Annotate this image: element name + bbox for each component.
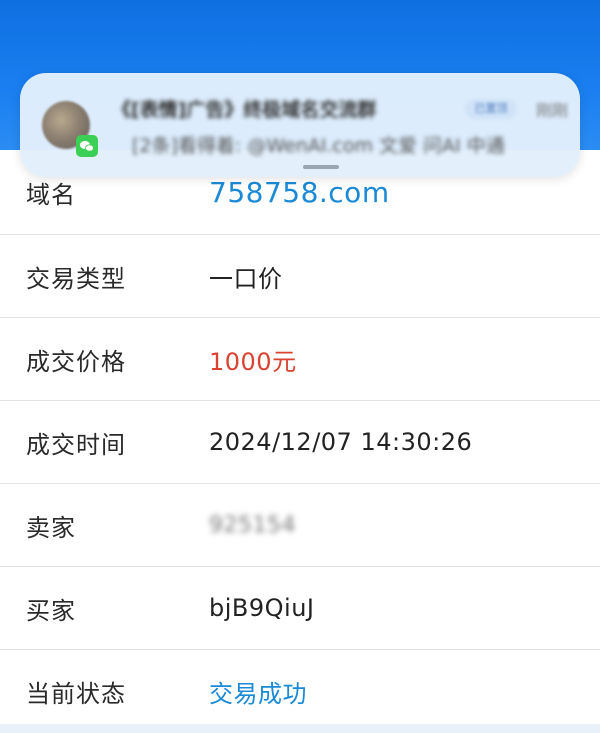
- price-label: 成交价格: [26, 347, 126, 376]
- domain-link[interactable]: 758758.com: [209, 176, 390, 209]
- notification-body: [2条]看得着: @WenAI.com 文爱 问AI 中通: [132, 135, 505, 157]
- buyer-value: bjB9QiuJ: [209, 594, 315, 622]
- row-price: 成交价格 1000元: [0, 318, 600, 401]
- notification-banner[interactable]: 《[表情]广告》终极域名交流群 已置顶 刚刚 [2条]看得着: @WenAI.c…: [20, 73, 580, 177]
- time-value: 2024/12/07 14:30:26: [209, 428, 473, 456]
- seller-label: 卖家: [26, 513, 76, 542]
- notification-tag: 已置顶: [465, 99, 517, 119]
- wechat-icon: [76, 135, 98, 157]
- row-trade-type: 交易类型 一口价: [0, 235, 600, 318]
- buyer-label: 买家: [26, 596, 76, 625]
- status-value: 交易成功: [209, 679, 307, 708]
- price-value: 1000元: [209, 347, 297, 376]
- drag-handle[interactable]: [303, 165, 339, 169]
- seller-value: 925154: [209, 512, 296, 538]
- time-label: 成交时间: [26, 430, 126, 459]
- row-status: 当前状态 交易成功: [0, 650, 600, 733]
- domain-label: 域名: [26, 180, 76, 209]
- row-seller: 卖家 925154: [0, 484, 600, 567]
- notification-time: 刚刚: [536, 101, 569, 120]
- trade-type-value: 一口价: [209, 264, 283, 293]
- notification-title: 《[表情]广告》终极域名交流群: [112, 99, 377, 121]
- row-time: 成交时间 2024/12/07 14:30:26: [0, 401, 600, 484]
- trade-type-label: 交易类型: [26, 264, 126, 293]
- row-buyer: 买家 bjB9QiuJ: [0, 567, 600, 650]
- status-label: 当前状态: [26, 679, 126, 708]
- trade-details-table: 域名 758758.com 交易类型 一口价 成交价格 1000元 成交时间 2…: [0, 150, 600, 733]
- bottom-strip: [0, 724, 600, 733]
